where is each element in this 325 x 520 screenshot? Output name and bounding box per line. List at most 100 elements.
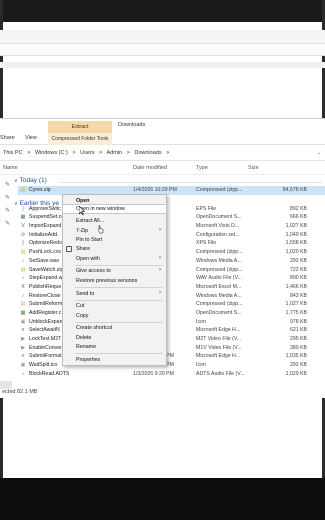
file-name: OptimizeRedo (29, 240, 62, 247)
visio-icon: V (21, 223, 25, 230)
menu-separator (75, 353, 163, 354)
file-size: 843 KB (289, 292, 307, 299)
menu-item-rename[interactable]: Rename (63, 343, 166, 351)
file-type: Microsoft Visio D... (196, 223, 240, 230)
chevron-right-icon: › (159, 267, 161, 273)
menu-item-share[interactable]: Share (63, 245, 166, 253)
pin-icon[interactable]: ✎ (5, 220, 13, 233)
menu-item-give-access[interactable]: Give access to › (63, 267, 166, 275)
file-size: 1,049 KB (285, 231, 307, 238)
edge-icon: e (21, 327, 25, 334)
navigation-pane-edge (0, 381, 12, 389)
menu-item-create-shortcut[interactable]: Create shortcut (63, 324, 166, 332)
menu-item-label: Open with (76, 256, 100, 262)
file-size: 978 KB (289, 318, 307, 325)
breadcrumb-users[interactable]: Users (80, 150, 94, 156)
file-name: RestoreClose (29, 292, 61, 299)
pin-icon[interactable]: ✎ (5, 207, 13, 220)
menu-item-pin-to-start[interactable]: Pin to Start (63, 236, 166, 244)
share-icon (66, 246, 72, 252)
hand-cursor-icon (98, 225, 104, 234)
menu-item-label: Open (76, 198, 90, 204)
file-date: 1/4/2026 10:29 PM (133, 187, 177, 193)
chevron-right-icon: › (159, 227, 161, 233)
tab-share[interactable]: Share (0, 135, 15, 141)
file-type: Configuration set... (196, 231, 240, 238)
ribbon-tabs: Extract Downloads (0, 119, 325, 133)
file-type: Microsoft Excel M... (196, 283, 242, 290)
menu-separator (75, 300, 163, 301)
menu-item-label: Send to (76, 291, 95, 297)
file-size: 1,558 KB (285, 240, 307, 247)
column-header-name[interactable]: Name (3, 165, 18, 171)
pin-icon[interactable]: ✎ (5, 194, 13, 207)
address-bar[interactable]: This PC > Windows (C:) > Users > Admin >… (0, 147, 325, 161)
excel-icon: X (21, 283, 25, 290)
file-name: AddRegister.c (29, 309, 62, 316)
menu-item-label: Restore previous versions (76, 278, 138, 284)
ods-icon: ▦ (20, 214, 26, 221)
background-window-strip-2 (0, 44, 325, 56)
breadcrumb-windows-c[interactable]: Windows (C:) (35, 150, 68, 156)
chevron-down-icon[interactable]: ⌄ (317, 150, 321, 156)
xps-icon: ▯ (21, 240, 25, 247)
tab-compressed-folder-tools[interactable]: Compressed Folder Tools (48, 133, 112, 145)
file-size: 892 KB (289, 205, 307, 212)
column-header-size[interactable]: Size (248, 165, 259, 171)
menu-item-extract-all[interactable]: Extract All... (63, 217, 166, 225)
menu-item-send-to[interactable]: Send to › (63, 290, 166, 298)
file-size: 1,027 KB (285, 223, 307, 230)
menu-item-open-with[interactable]: Open with › (63, 255, 166, 263)
file-name: SubmitReform (29, 301, 63, 308)
window-title: Downloads (118, 122, 146, 128)
file-icon: ▯ (21, 205, 25, 212)
video-icon: ▶ (21, 336, 25, 342)
menu-item-label: Rename (76, 344, 97, 350)
file-type: OpenDocument S... (196, 214, 242, 221)
file-type: Microsoft Edge H... (196, 353, 241, 360)
file-type: Compressed (zipp... (196, 266, 243, 273)
file-name: InitializeAdd. (29, 231, 59, 238)
audio-icon: ♪ (21, 292, 25, 299)
file-name: WaitSplit.ico (29, 362, 58, 369)
menu-item-open[interactable]: Open (63, 197, 166, 205)
menu-item-cut[interactable]: Cut (63, 302, 166, 310)
file-size: 1,775 KB (285, 309, 307, 316)
chevron-right-icon: › (159, 255, 161, 261)
menu-item-delete[interactable]: Delete (63, 334, 166, 342)
menu-item-7zip[interactable]: 7-Zip › (63, 227, 166, 235)
breadcrumb-separator: > (99, 150, 103, 156)
menu-separator (75, 265, 163, 266)
file-name: ApproveSwitc (29, 205, 61, 212)
menu-item-restore-versions[interactable]: Restore previous versions (63, 277, 166, 285)
letterbox-bottom (0, 478, 325, 520)
file-row[interactable]: ♪ BlockRead.ADTS 1/3/2026 9:29 PM ADTS Audi… (18, 370, 325, 379)
file-type: Compressed (zipp... (196, 187, 243, 193)
file-size: 1,035 KB (285, 353, 307, 360)
breadcrumb-separator: > (27, 150, 31, 156)
file-size: 1,027 KB (285, 301, 307, 308)
menu-item-label: Copy (76, 313, 89, 319)
context-menu: Open Open in new window Extract All... 7… (62, 194, 167, 366)
breadcrumb-admin[interactable]: Admin (107, 150, 123, 156)
file-size: 890 KB (289, 275, 307, 282)
file-type: XPS File (196, 240, 217, 247)
group-header-today[interactable]: ∨ Today (1) (14, 177, 47, 184)
zip-icon: ▤ (20, 187, 26, 193)
menu-item-label: Extract All... (76, 218, 104, 224)
breadcrumb-this-pc[interactable]: This PC (3, 150, 23, 156)
column-header-type[interactable]: Type (196, 165, 208, 171)
file-name: SelectAwaitN (29, 327, 60, 334)
menu-item-copy[interactable]: Copy (63, 312, 166, 320)
menu-item-label: 7-Zip (76, 228, 89, 234)
mouse-cursor-icon (79, 206, 85, 215)
column-header-date[interactable]: Date modified (133, 165, 167, 171)
menu-item-label: Share (76, 246, 91, 252)
file-type: M1V Video File (V... (196, 344, 242, 351)
tab-extract[interactable]: Extract (48, 121, 112, 133)
menu-item-properties[interactable]: Properties (63, 356, 166, 364)
file-size: 292 KB (289, 257, 307, 264)
pin-icon[interactable]: ✎ (5, 181, 13, 194)
tab-view[interactable]: View (25, 135, 37, 141)
breadcrumb-downloads[interactable]: Downloads (134, 150, 161, 156)
